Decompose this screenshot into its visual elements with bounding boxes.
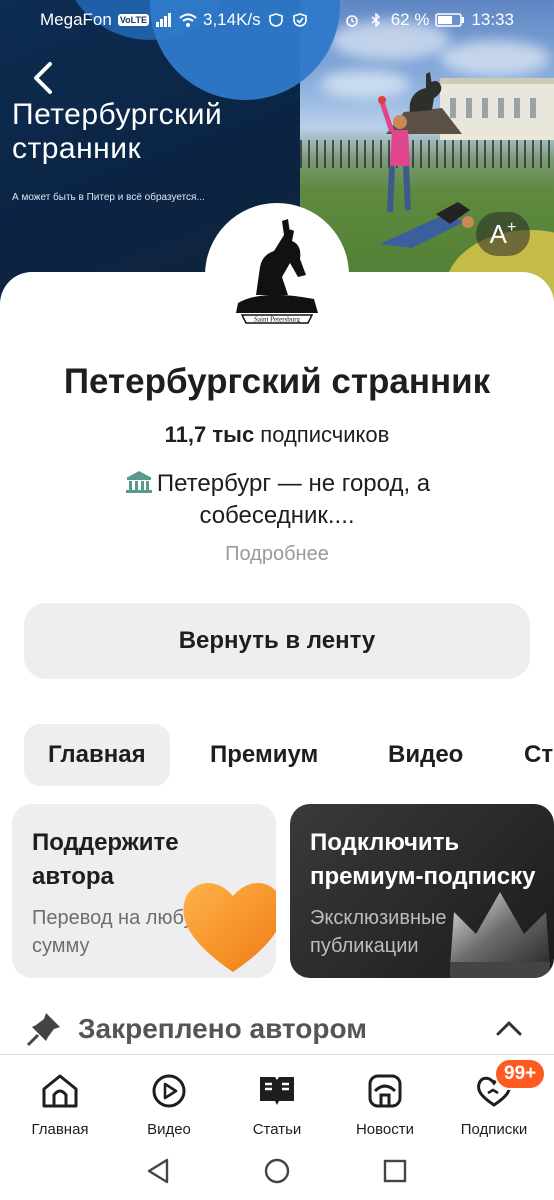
more-link[interactable]: Подробнее xyxy=(0,543,554,566)
classical-building-icon xyxy=(125,471,152,493)
pinned-section-header[interactable]: Закреплено автором xyxy=(24,1006,530,1052)
font-size-label: A xyxy=(489,218,507,249)
shield-check-icon xyxy=(292,13,307,27)
channel-name: Петербургский странник xyxy=(63,362,491,401)
fence-image xyxy=(300,140,554,168)
subscriber-label: подписчиков xyxy=(254,422,390,447)
tab-articles[interactable]: Ст xyxy=(500,724,554,786)
cover-title-line2: странник xyxy=(12,132,142,165)
cover-title: Петербургский странник xyxy=(12,98,222,166)
status-bar: MegaFon VoLTE 3,14K/s 62 % 13:33 xyxy=(0,0,554,40)
pin-icon xyxy=(26,1013,60,1047)
volte-badge: VoLTE xyxy=(117,14,149,26)
network-speed: 3,14K/s xyxy=(203,10,261,29)
nav-articles[interactable]: Статьи xyxy=(222,1061,332,1139)
system-back-icon[interactable] xyxy=(143,1156,173,1186)
wifi-icon xyxy=(179,13,197,27)
cover-subtitle: А может быть в Питер и всё образуется... xyxy=(12,192,205,203)
nav-subscriptions-label: Подписки xyxy=(460,1121,528,1138)
articles-icon xyxy=(260,1077,294,1105)
pinned-label: Закреплено автором xyxy=(78,1013,367,1044)
nav-video[interactable]: Видео xyxy=(114,1061,224,1139)
return-to-feed-button[interactable]: Вернуть в ленту xyxy=(24,603,530,679)
support-author-card[interactable]: Поддержите автора Перевод на любую сумму xyxy=(12,804,276,978)
font-size-button[interactable]: A + xyxy=(476,212,530,256)
subscriber-number: 11,7 тыс xyxy=(164,422,255,447)
system-home-icon[interactable] xyxy=(262,1156,292,1186)
channel-tabs: Главная Премиум Видео Ст xyxy=(24,724,554,786)
subscriptions-badge: 99+ xyxy=(494,1058,547,1090)
nav-home-label: Главная xyxy=(31,1121,89,1138)
battery-icon xyxy=(435,13,465,27)
nav-news[interactable]: Новости xyxy=(330,1061,440,1139)
nav-home[interactable]: Главная xyxy=(5,1061,115,1139)
heart-icon xyxy=(183,883,276,972)
back-button[interactable] xyxy=(24,56,64,100)
channel-description: Петербург — не город, а собеседник.... xyxy=(80,468,474,532)
shield-icon xyxy=(268,13,283,27)
system-recents-icon[interactable] xyxy=(380,1156,410,1186)
font-size-plus: + xyxy=(507,219,517,236)
channel-avatar[interactable]: Saint Petersburg xyxy=(208,206,346,344)
person-lying-image xyxy=(380,202,474,248)
nav-articles-label: Статьи xyxy=(252,1121,302,1138)
bottom-navigation: Главная Видео Статьи Новости Подписки xyxy=(0,1054,554,1142)
cover-title-line1: Петербургский xyxy=(12,98,223,131)
video-icon xyxy=(152,1074,186,1108)
description-text: Петербург — не город, а собеседник.... xyxy=(156,470,431,529)
tab-video[interactable]: Видео xyxy=(364,724,487,786)
home-icon xyxy=(42,1074,78,1108)
tab-premium[interactable]: Премиум xyxy=(186,724,342,786)
carrier-label: MegaFon xyxy=(40,10,112,29)
news-icon xyxy=(368,1074,402,1108)
nav-video-label: Видео xyxy=(147,1121,191,1138)
avatar-caption: Saint Petersburg xyxy=(254,316,300,324)
premium-subscription-card[interactable]: Подключить премиум-подписку Эксклюзивные… xyxy=(290,804,554,978)
alarm-icon xyxy=(345,15,358,27)
crown-icon xyxy=(450,892,550,978)
clock: 13:33 xyxy=(471,10,514,29)
tab-main[interactable]: Главная xyxy=(24,724,170,786)
signal-icon xyxy=(156,13,171,27)
battery-percent: 62 % xyxy=(390,10,430,29)
system-navigation xyxy=(0,1142,554,1200)
nav-news-label: Новости xyxy=(355,1121,415,1138)
subscriber-count: 11,7 тыс подписчиков xyxy=(0,422,554,448)
chevron-up-icon[interactable] xyxy=(494,1014,524,1044)
avatar-monument-icon: Saint Petersburg xyxy=(236,219,318,324)
bluetooth-icon xyxy=(371,13,380,27)
